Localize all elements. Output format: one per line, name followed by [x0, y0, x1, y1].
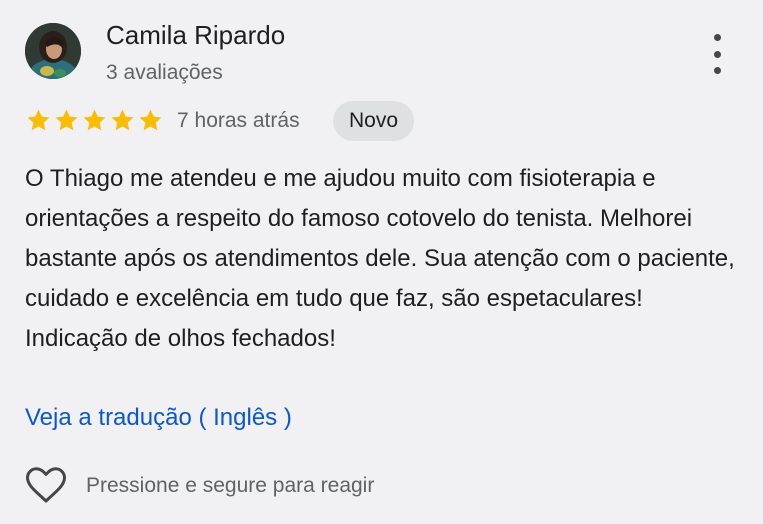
rating-stars — [25, 107, 164, 135]
heart-outline-icon[interactable] — [25, 466, 67, 504]
star-icon — [27, 109, 50, 131]
avatar[interactable] — [25, 23, 81, 79]
review-text: O Thiago me atendeu e me ajudou muito co… — [25, 165, 735, 352]
author-name[interactable]: Camila Ripardo — [106, 20, 285, 51]
star-icon — [111, 109, 134, 131]
star-icon — [139, 109, 162, 131]
star-icon — [83, 109, 106, 131]
more-vert-icon[interactable] — [704, 34, 730, 74]
new-badge: Novo — [333, 101, 415, 141]
author-review-count: 3 avaliações — [106, 61, 223, 84]
react-row[interactable]: Pressione e segure para reagir — [25, 463, 374, 507]
react-hint: Pressione e segure para reagir — [86, 474, 375, 497]
review-card: Camila Ripardo 3 avaliações 7 horas atrá… — [0, 0, 763, 524]
star-icon — [55, 109, 78, 131]
translate-link[interactable]: Veja a tradução ( Inglês ) — [25, 398, 292, 438]
review-time: 7 horas atrás — [177, 109, 300, 132]
